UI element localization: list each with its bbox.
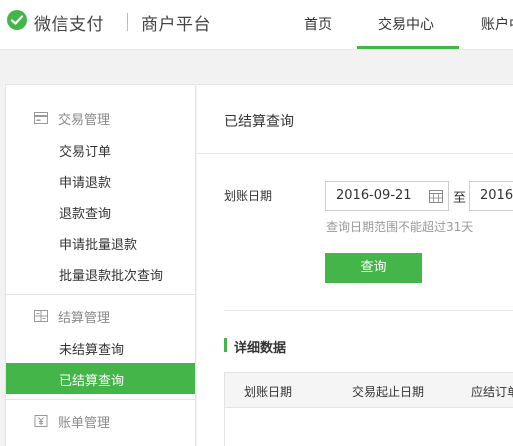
settlement-calculator-icon xyxy=(34,310,48,322)
query-button[interactable]: 查询 xyxy=(325,253,422,283)
nav-account-center[interactable]: 账户中 xyxy=(481,14,513,34)
end-date-value: 2016- xyxy=(480,188,513,203)
platform-name: 商户平台 xyxy=(141,15,211,35)
sidebar-group-label: 账单管理 xyxy=(58,416,111,431)
transaction-card-icon xyxy=(34,112,48,124)
bill-yen-icon xyxy=(34,415,48,427)
sidebar-group-transaction[interactable]: 交易管理 xyxy=(6,100,195,136)
calendar-icon[interactable] xyxy=(429,189,443,203)
table-body xyxy=(224,407,513,446)
sidebar-item-batch-refund-query[interactable]: 批量退款批次查询 xyxy=(6,258,195,289)
column-header-settlement-date[interactable]: 划账日期 xyxy=(244,383,292,400)
end-date-input[interactable]: 2016- xyxy=(469,181,513,211)
sidebar-item-trade-orders[interactable]: 交易订单 xyxy=(6,134,195,165)
sidebar-divider xyxy=(6,294,195,295)
column-header-trade-period[interactable]: 交易起止日期 xyxy=(352,383,424,400)
sidebar-item-batch-refund[interactable]: 申请批量退款 xyxy=(6,227,195,258)
date-range-to-label: 至 xyxy=(453,191,467,206)
settlement-date-label: 划账日期 xyxy=(224,189,273,203)
brand-name: 微信支付 xyxy=(34,15,104,35)
main-panel: 已结算查询 划账日期 2016-09-21 至 2016- 查询日期范围不能超过… xyxy=(197,84,513,446)
top-header: 微信支付 商户平台 首页 交易中心 账户中 xyxy=(0,0,513,50)
start-date-input[interactable]: 2016-09-21 xyxy=(325,181,449,211)
section-accent-bar xyxy=(224,338,227,352)
column-header-settled-orders[interactable]: 应结订单 xyxy=(471,383,513,400)
sidebar-group-settlement[interactable]: 结算管理 xyxy=(6,298,195,334)
table-header: 划账日期 交易起止日期 应结订单 xyxy=(224,372,513,408)
sidebar-divider xyxy=(6,399,195,400)
sidebar-item-refund-query[interactable]: 退款查询 xyxy=(6,196,195,227)
sidebar-group-label: 交易管理 xyxy=(58,113,111,128)
sidebar-group-bill[interactable]: 账单管理 xyxy=(6,403,195,439)
sidebar-group-label: 结算管理 xyxy=(58,311,111,326)
sidebar-item-apply-refund[interactable]: 申请退款 xyxy=(6,165,195,196)
nav-home[interactable]: 首页 xyxy=(304,14,332,34)
wechat-logo-icon xyxy=(7,10,27,30)
sidebar-item-settled-query[interactable]: 已结算查询 xyxy=(6,363,195,394)
date-range-hint: 查询日期范围不能超过31天 xyxy=(326,220,474,234)
sidebar: 交易管理 交易订单 申请退款 退款查询 申请批量退款 批量退款批次查询 结算管理… xyxy=(5,84,196,446)
header-separator xyxy=(127,13,128,31)
start-date-value: 2016-09-21 xyxy=(336,188,412,203)
section-divider xyxy=(224,310,513,311)
page-title: 已结算查询 xyxy=(224,114,294,130)
nav-active-indicator xyxy=(357,46,459,49)
sidebar-item-unsettled-query[interactable]: 未结算查询 xyxy=(6,332,195,363)
nav-trade-center[interactable]: 交易中心 xyxy=(378,14,434,34)
section-title: 详细数据 xyxy=(234,341,287,356)
title-divider xyxy=(197,153,513,154)
